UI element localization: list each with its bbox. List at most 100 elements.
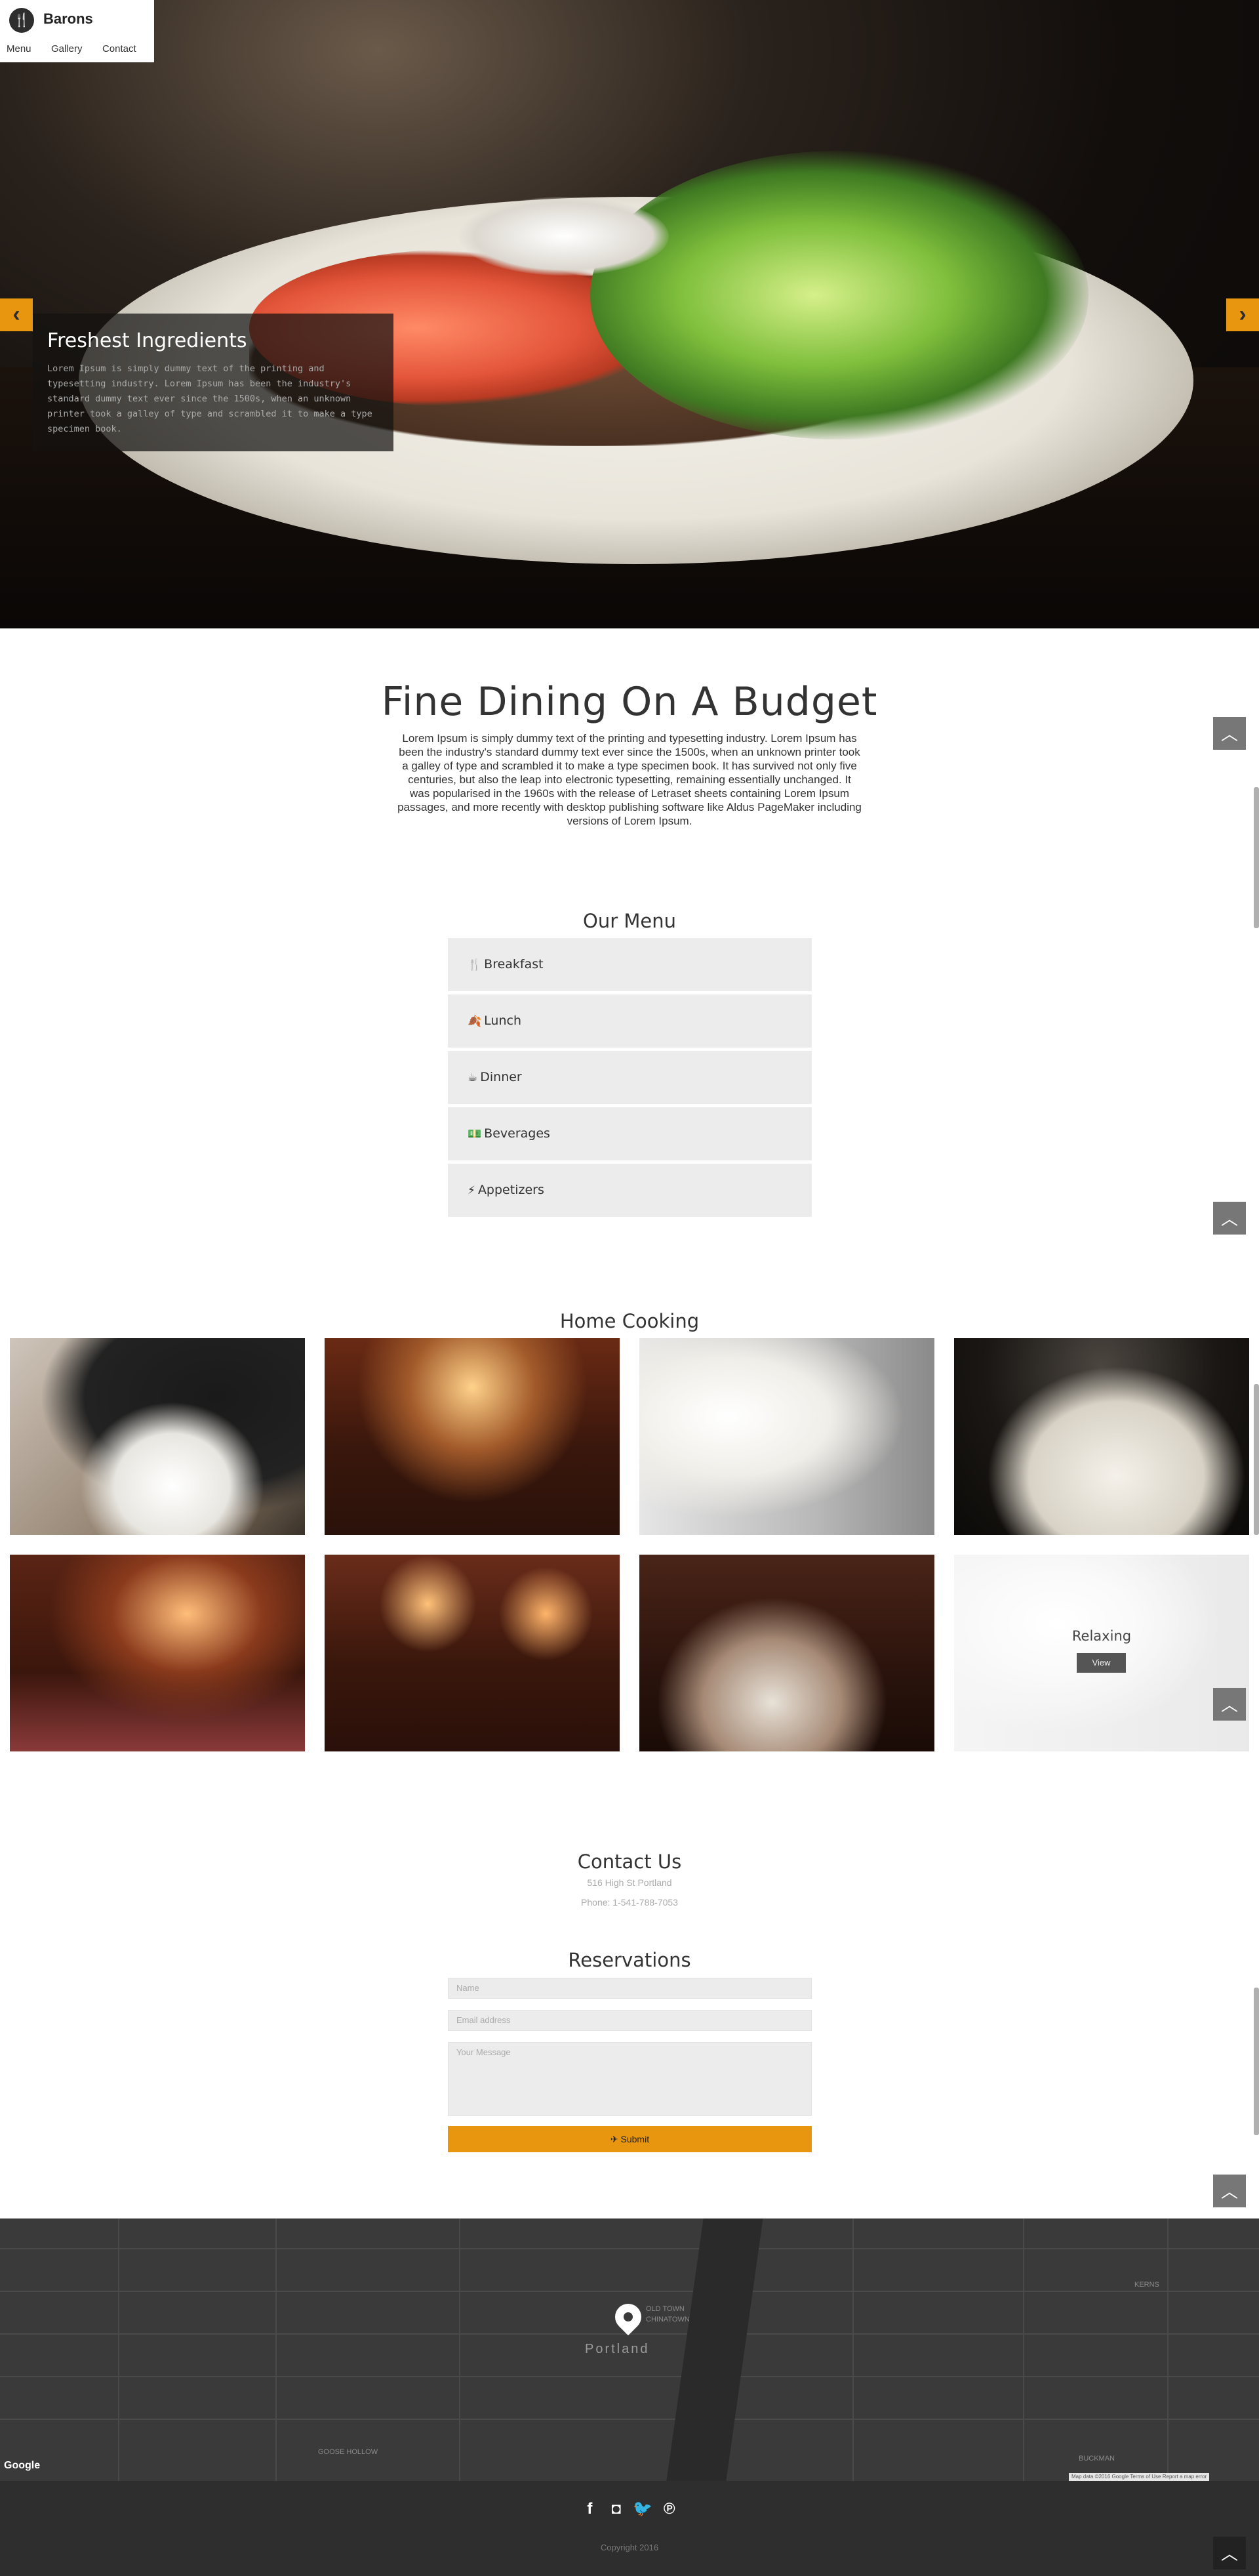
map-road: [459, 2218, 460, 2481]
main-nav: Menu Gallery Contact: [7, 43, 153, 55]
footer: f ◘ 🐦 ℗ Copyright 2016 ︿: [0, 2481, 1259, 2576]
hero-bowl: [459, 197, 669, 276]
back-to-top-button[interactable]: ︿: [1213, 1202, 1246, 1235]
map-label: OLD TOWN: [646, 2305, 685, 2313]
chevron-up-icon: ︿: [1220, 2182, 1238, 2201]
leaf-icon: 🍂: [468, 1015, 482, 1028]
menu-title: Our Menu: [583, 910, 676, 933]
map-road: [275, 2218, 277, 2481]
submit-button[interactable]: ✈ Submit: [448, 2126, 812, 2152]
map-river: [664, 2218, 766, 2481]
map-road: [0, 2248, 1259, 2249]
menu-item-label: Dinner: [480, 1070, 522, 1084]
menu-item-appetizers[interactable]: ⚡ Appetizers: [448, 1164, 812, 1217]
gallery-item[interactable]: [325, 1338, 620, 1535]
map-label: BUCKMAN: [1079, 2455, 1115, 2463]
twitter-icon[interactable]: 🐦: [633, 2499, 652, 2519]
map-terms[interactable]: Map data ©2016 Google Terms of Use Repor…: [1069, 2473, 1210, 2481]
menu-item-label: Beverages: [484, 1126, 550, 1141]
back-to-top-button[interactable]: ︿: [1213, 1688, 1246, 1721]
intro-text: Lorem Ipsum is simply dummy text of the …: [397, 732, 862, 827]
name-field[interactable]: Name: [448, 1978, 812, 1999]
fork-knife-icon[interactable]: 🍴: [9, 8, 34, 33]
pinterest-icon[interactable]: ℗: [660, 2499, 679, 2519]
chevron-up-icon: ︿: [1220, 1209, 1238, 1229]
chevron-left-icon: ‹: [12, 302, 20, 327]
gallery-photo: [10, 1555, 305, 1751]
contact-phone: Phone: 1-541-788-7053: [581, 1897, 678, 1908]
gallery-photo: [325, 1338, 620, 1535]
map-road: [0, 2419, 1259, 2420]
location-map[interactable]: GOOSE HOLLOW KERNS BUCKMAN OLD TOWN CHIN…: [0, 2218, 1259, 2481]
scrollbar-thumb[interactable]: [1254, 1988, 1259, 2135]
chevron-right-icon: ›: [1239, 302, 1247, 327]
gallery-item[interactable]: [325, 1555, 620, 1751]
chevron-up-icon: ︿: [1220, 2544, 1238, 2564]
back-to-top-button[interactable]: ︿: [1213, 2537, 1246, 2569]
map-road: [1167, 2218, 1169, 2481]
bolt-icon: ⚡: [468, 1184, 475, 1197]
reservations-title: Reservations: [568, 1949, 691, 1972]
cutlery-icon: 🍴: [468, 958, 482, 971]
hero-greens: [590, 151, 1089, 440]
facebook-icon[interactable]: f: [580, 2499, 599, 2519]
map-label: KERNS: [1134, 2281, 1159, 2289]
map-pin-icon[interactable]: [609, 2298, 647, 2336]
menu-item-label: Appetizers: [477, 1183, 544, 1197]
gallery-photo: [639, 1555, 934, 1751]
map-label: GOOSE HOLLOW: [318, 2448, 378, 2456]
contact-address: 516 High St Portland: [587, 1877, 672, 1888]
coffee-icon: ☕: [468, 1071, 478, 1084]
nav-gallery[interactable]: Gallery: [51, 43, 83, 54]
menu-item-label: Breakfast: [484, 957, 544, 971]
gallery-title: Home Cooking: [559, 1310, 700, 1333]
google-logo: Google: [4, 2460, 41, 2471]
intro-title: Fine Dining On A Budget: [381, 679, 878, 726]
gallery-item-hover[interactable]: Relaxing View: [954, 1555, 1249, 1751]
gallery-item[interactable]: [639, 1555, 934, 1751]
back-to-top-button[interactable]: ︿: [1213, 717, 1246, 750]
gallery-view-button[interactable]: View: [1077, 1653, 1126, 1673]
slide-caption: Freshest Ingredients Lorem Ipsum is simp…: [33, 314, 393, 451]
menu-item-beverages[interactable]: 💵 Beverages: [448, 1107, 812, 1160]
back-to-top-button[interactable]: ︿: [1213, 2175, 1246, 2207]
map-label: CHINATOWN: [646, 2316, 690, 2323]
menu-item-breakfast[interactable]: 🍴 Breakfast: [448, 938, 812, 991]
social-links: f ◘ 🐦 ℗: [0, 2499, 1259, 2519]
money-icon: 💵: [468, 1128, 482, 1141]
menu-item-dinner[interactable]: ☕ Dinner: [448, 1051, 812, 1104]
nav-contact[interactable]: Contact: [102, 43, 136, 54]
chevron-up-icon: ︿: [1220, 724, 1238, 744]
slider-next-button[interactable]: ›: [1226, 298, 1259, 331]
slider-prev-button[interactable]: ‹: [0, 298, 33, 331]
menu-item-lunch[interactable]: 🍂 Lunch: [448, 994, 812, 1048]
email-field[interactable]: Email address: [448, 2010, 812, 2031]
hero-slider: ‹ › Freshest Ingredients Lorem Ipsum is …: [0, 0, 1259, 628]
gallery-item[interactable]: [639, 1338, 934, 1535]
message-field[interactable]: Your Message: [448, 2042, 812, 2116]
menu-item-label: Lunch: [484, 1013, 521, 1028]
chevron-up-icon: ︿: [1220, 1695, 1238, 1715]
map-road: [852, 2218, 854, 2481]
map-city-label: Portland: [585, 2342, 650, 2356]
gallery-photo: [325, 1555, 620, 1751]
gallery-item[interactable]: [10, 1555, 305, 1751]
gallery-item[interactable]: [10, 1338, 305, 1535]
caption-text: Lorem Ipsum is simply dummy text of the …: [47, 363, 372, 434]
map-road: [0, 2291, 1259, 2292]
gallery-overlay-title: Relaxing: [1071, 1628, 1132, 1644]
gallery-photo: [10, 1338, 305, 1535]
gallery-photo: [954, 1338, 1249, 1535]
map-road: [118, 2218, 119, 2481]
nav-menu[interactable]: Menu: [7, 43, 31, 54]
brand-name[interactable]: Barons: [43, 10, 93, 28]
contact-title: Contact Us: [577, 1850, 682, 1873]
instagram-icon[interactable]: ◘: [607, 2499, 626, 2519]
gallery-item[interactable]: [954, 1338, 1249, 1535]
scrollbar-thumb[interactable]: [1254, 787, 1259, 928]
brand-header: 🍴 Barons Menu Gallery Contact: [0, 0, 154, 62]
caption-title: Freshest Ingredients: [47, 329, 247, 352]
map-road: [1023, 2218, 1024, 2481]
scrollbar-thumb[interactable]: [1254, 1384, 1259, 1535]
copyright: Copyright 2016: [600, 2543, 659, 2552]
